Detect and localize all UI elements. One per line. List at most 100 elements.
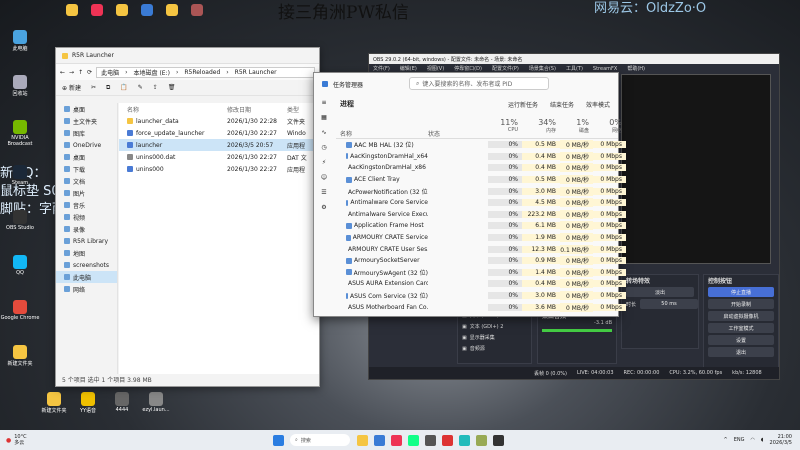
taskbar-app-icon[interactable] — [408, 434, 419, 446]
duration-input[interactable]: 50 ms — [640, 299, 698, 309]
desktop-icon[interactable]: 回收站 — [0, 75, 40, 97]
obs-menu-item[interactable]: 停靠窗口(D) — [454, 65, 482, 72]
explorer-window[interactable]: R5R Launcher ← → ↑ ⟳ 此电脑 › 本地磁盘 (E:) › R5Rel… — [55, 47, 320, 387]
process-row[interactable]: ASUS Motherboard Fan Co... 0% 3.6 MB 0 MB/秒… — [336, 301, 626, 313]
desktop-icon[interactable]: NVIDIA Broadcast — [0, 120, 40, 147]
col-process-name[interactable]: 名称 — [336, 129, 428, 138]
startup-icon[interactable]: ⚡ — [322, 159, 326, 166]
lang-indicator[interactable]: ENG — [734, 437, 745, 443]
sidebar-item[interactable]: 图库 — [56, 127, 117, 139]
file-row[interactable]: force_update_launcher 2026/1/30 22:27 Wind… — [119, 127, 319, 139]
obs-control-button[interactable]: 开始录制 — [708, 299, 774, 309]
weather-widget[interactable]: ● 10°C 多云 — [0, 434, 270, 446]
sidebar-item[interactable]: 桌面 — [56, 151, 117, 163]
sidebar-item[interactable]: 主文件夹 — [56, 115, 117, 127]
sidebar-item[interactable]: 录像 — [56, 223, 117, 235]
address-bar[interactable]: 此电脑 › 本地磁盘 (E:) › R5Reloaded › R5R Launcher — [96, 66, 315, 78]
rename-icon[interactable]: ✎ — [138, 84, 143, 91]
obs-titlebar[interactable]: OBS 29.0.2 (64-bit, windows) - 配置文件: 未命名… — [369, 54, 779, 64]
end-task-button[interactable]: 结束任务 — [550, 100, 574, 109]
process-row[interactable]: ArmourySwAgent (32 位) 0% 1.4 MB 0 MB/秒 0 Mbp… — [336, 267, 626, 279]
process-row[interactable]: AacKingstonDramHal_x64 0% 0.4 MB 0 MB/秒 0 Mb… — [336, 151, 626, 163]
obs-menu-item[interactable]: 视图(V) — [427, 65, 444, 72]
paste-icon[interactable]: 📋 — [120, 84, 127, 91]
taskmgr-search-input[interactable]: ⌕ 键入要搜索的名称、发布者或 PID — [409, 77, 549, 90]
desktop-icon[interactable]: 此电脑 — [0, 30, 40, 52]
process-row[interactable]: ASUS Com Service (32 位) 0% 3.0 MB 0 MB/秒 0 M… — [336, 290, 626, 302]
col-date[interactable]: 修改日期 — [227, 105, 287, 114]
obs-control-button[interactable]: 设置 — [708, 335, 774, 345]
taskbar-app-icon[interactable] — [459, 434, 470, 446]
obs-menu-item[interactable]: StreamFX — [593, 66, 617, 72]
taskbar-app-icon[interactable] — [425, 434, 436, 446]
desktop-icon[interactable]: OBS Studio — [0, 210, 40, 231]
efficiency-button[interactable]: 效率模式 — [586, 100, 610, 109]
process-row[interactable]: AacKingstonDramHal_x86 (... 0% 0.4 MB 0 MB/… — [336, 162, 626, 174]
sidebar-item[interactable]: 视频 — [56, 211, 117, 223]
refresh-icon[interactable]: ⟳ — [87, 69, 92, 76]
desktop-icon[interactable] — [60, 4, 84, 17]
wifi-icon[interactable]: ◠ — [751, 437, 755, 443]
taskbar-app-icon[interactable] — [476, 434, 487, 446]
copy-icon[interactable]: ⧉ — [106, 84, 110, 92]
process-row[interactable]: ArmourySocketServer 0% 0.9 MB 0 MB/秒 0 Mbps — [336, 255, 626, 267]
obs-control-button[interactable]: 退出 — [708, 347, 774, 357]
new-button[interactable]: ⊕ 新建 — [62, 83, 81, 92]
col-cpu[interactable]: 11% CPU — [488, 118, 522, 133]
up-icon[interactable]: ↑ — [78, 69, 83, 76]
obs-menu-item[interactable]: 工具(T) — [566, 65, 583, 72]
file-row[interactable]: launcher 2026/3/5 20:57 应用程 — [119, 139, 319, 151]
clock[interactable]: 21:00 2026/3/5 — [770, 434, 792, 446]
obs-menu-item[interactable]: 配置文件(P) — [492, 65, 519, 72]
process-row[interactable]: ACE Client Tray 0% 0.5 MB 0 MB/秒 0 Mbps — [336, 174, 626, 186]
obs-control-button[interactable]: 工作室模式 — [708, 323, 774, 333]
process-row[interactable]: AAC MB HAL (32 位) 0% 0.5 MB 0 MB/秒 0 Mbps — [336, 139, 626, 151]
forward-icon[interactable]: → — [69, 69, 74, 76]
sidebar-item[interactable]: screenshots — [56, 259, 117, 271]
obs-control-button[interactable]: 启动虚拟摄像机 — [708, 311, 774, 321]
obs-menu-item[interactable]: 编辑(E) — [400, 65, 417, 72]
file-row[interactable]: unins000 2026/1/30 22:27 应用程 — [119, 163, 319, 175]
processes-icon[interactable]: ▦ — [321, 114, 327, 121]
desktop-icon[interactable] — [160, 4, 184, 17]
desktop-icon[interactable]: Google Chrome — [0, 300, 40, 321]
sidebar-item[interactable]: 地图 — [56, 247, 117, 259]
volume-icon[interactable]: ◖ — [761, 437, 764, 443]
tray-chevron-icon[interactable]: ^ — [724, 437, 728, 443]
obs-menu-item[interactable]: 场景集合(S) — [529, 65, 556, 72]
process-row[interactable]: Application Frame Host 0% 6.1 MB 0 MB/秒 0 Mb… — [336, 220, 626, 232]
sidebar-item[interactable]: 网络 — [56, 283, 117, 295]
explorer-titlebar[interactable]: R5R Launcher — [56, 48, 319, 64]
taskbar-app-icon[interactable] — [374, 434, 385, 446]
obs-source-row[interactable]: ▣ 文本 (GDI+) 2 — [458, 321, 531, 332]
back-icon[interactable]: ← — [60, 69, 65, 76]
taskbar-app-icon[interactable] — [357, 434, 368, 446]
obs-source-row[interactable]: ▣ 显示器采集 — [458, 332, 531, 343]
taskbar-search[interactable]: ⌕ 搜索 — [290, 434, 350, 446]
desktop-icon[interactable]: Steam — [0, 165, 40, 186]
sidebar-item[interactable]: 桌面 — [56, 103, 117, 115]
users-icon[interactable]: ☺ — [321, 174, 327, 181]
sidebar-item[interactable]: 文档 — [56, 175, 117, 187]
cut-icon[interactable]: ✂ — [91, 84, 96, 91]
process-row[interactable]: ARMOURY CRATE Service 0% 1.9 MB 0 MB/秒 0 Mbp… — [336, 232, 626, 244]
col-name[interactable]: 名称 — [127, 105, 227, 114]
taskmgr-window[interactable]: 任务管理器 ⌕ 键入要搜索的名称、发布者或 PID ≡ ▦ ∿ ◷ ⚡ ☺ ☰ … — [313, 72, 626, 317]
taskbar-app-icon[interactable] — [493, 434, 504, 446]
process-row[interactable]: AcPowerNotification (32 位) 0% 3.0 MB 0 MB/秒… — [336, 185, 626, 197]
menu-icon[interactable]: ≡ — [321, 99, 326, 106]
process-row[interactable]: ARMOURY CRATE User Ses... 0% 12.3 MB 0.1 MB… — [336, 243, 626, 255]
services-icon[interactable]: ⚙ — [321, 204, 326, 211]
start-icon[interactable] — [273, 434, 284, 446]
obs-menu-item[interactable]: 帮助(H) — [627, 65, 645, 72]
details-icon[interactable]: ☰ — [321, 189, 326, 196]
sidebar-item[interactable]: 图片 — [56, 187, 117, 199]
share-icon[interactable]: ⇪ — [153, 84, 158, 91]
desktop-icon[interactable] — [135, 4, 159, 17]
sidebar-item[interactable]: R5R Library — [56, 235, 117, 247]
delete-icon[interactable]: 🗑 — [168, 84, 176, 91]
obs-control-button[interactable]: 停止直播 — [708, 287, 774, 297]
run-task-button[interactable]: 运行新任务 — [508, 100, 538, 109]
desktop-icon[interactable]: QQ — [0, 255, 40, 276]
sidebar-item[interactable]: OneDrive — [56, 139, 117, 151]
